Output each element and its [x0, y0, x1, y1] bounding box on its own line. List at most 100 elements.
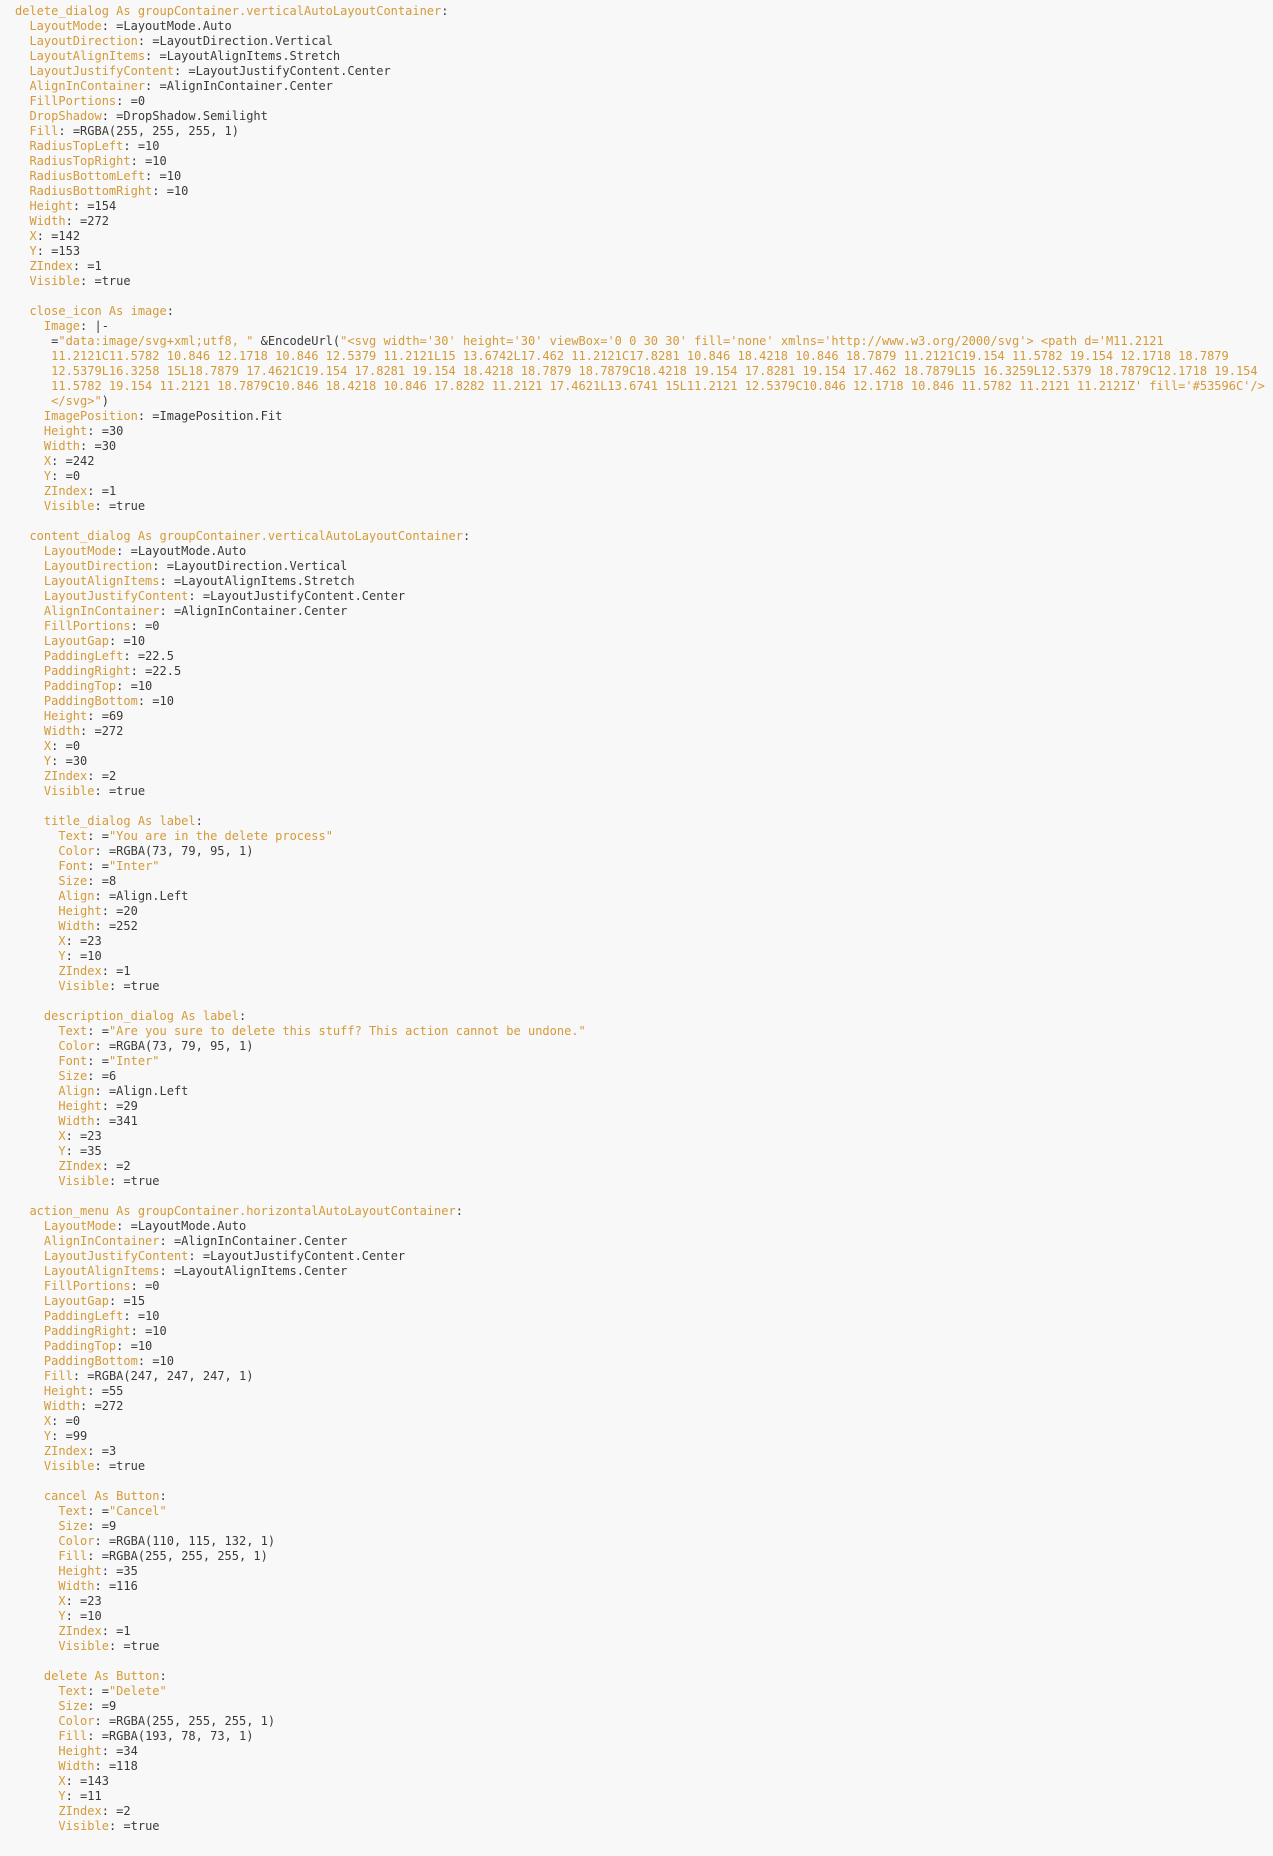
code-line: PaddingLeft: =10: [15, 1309, 1273, 1324]
code-line: Visible: =true: [15, 1459, 1273, 1474]
property-key: Height: [29, 199, 73, 213]
separator: :: [188, 1249, 203, 1263]
property-key: ImagePosition: [43, 409, 138, 423]
separator: :: [80, 439, 95, 453]
string-literal: "Inter": [108, 859, 160, 873]
property-value: =true: [94, 274, 131, 288]
property-value: =10: [130, 1339, 153, 1353]
property-value: =1: [101, 484, 117, 498]
property-value: =1: [116, 964, 131, 978]
property-key: PaddingRight: [43, 664, 131, 678]
separator: :: [94, 1084, 109, 1098]
property-key: Height: [58, 904, 102, 918]
property-key: Visible: [58, 1639, 109, 1653]
separator: :: [137, 409, 153, 423]
property-key: PaddingBottom: [43, 1354, 138, 1368]
string-literal: "data:image/svg+xml;utf8, ": [58, 334, 254, 348]
separator: :: [152, 559, 167, 573]
property-value: =: [101, 1504, 109, 1518]
property-value: =LayoutMode.Auto: [130, 544, 247, 558]
code-line: Y: =10: [15, 949, 1273, 964]
code-line: LayoutGap: =15: [15, 1294, 1273, 1309]
property-key: FillPortions: [29, 94, 117, 108]
separator: :: [123, 1309, 138, 1323]
property-value: =22.5: [137, 649, 174, 663]
property-value: =true: [108, 499, 146, 513]
property-value: =RGBA(255, 255, 255, 1): [72, 124, 239, 138]
property-value: =154: [87, 199, 117, 213]
code-line: Height: =34: [15, 1744, 1273, 1759]
property-key: FillPortions: [43, 619, 131, 633]
property-key: Fill: [43, 1369, 73, 1383]
separator: :: [108, 1819, 124, 1833]
code-line: Text: ="Cancel": [15, 1504, 1273, 1519]
string-literal: 11.5782 19.154 11.2121 18.7879C10.846 18…: [51, 379, 1265, 393]
separator: :: [87, 829, 102, 843]
code-line: X: =0: [15, 1414, 1273, 1429]
separator: :: [462, 529, 471, 543]
property-value: =118: [108, 1759, 138, 1773]
property-key: Color: [58, 1534, 95, 1548]
property-key: delete As Button: [43, 1669, 160, 1683]
code-line: X: =142: [15, 229, 1273, 244]
property-key: Width: [29, 214, 66, 228]
separator: :: [101, 19, 117, 33]
code-line: PaddingTop: =10: [15, 679, 1273, 694]
property-value: =10: [152, 1354, 174, 1368]
property-key: Y: [58, 1789, 66, 1803]
separator: :: [72, 1369, 88, 1383]
property-value: =2: [116, 1804, 131, 1818]
separator: :: [87, 1699, 102, 1713]
code-line: RadiusBottomLeft: =10: [15, 169, 1273, 184]
separator: :: [159, 1234, 174, 1248]
property-value: =20: [116, 904, 138, 918]
separator: :: [87, 859, 102, 873]
property-key: AlignInContainer: [29, 79, 146, 93]
separator: :: [72, 259, 88, 273]
separator: :: [65, 1594, 81, 1608]
property-key: X: [58, 1129, 66, 1143]
code-line: close_icon As image:: [15, 304, 1273, 319]
code-line: Y: =0: [15, 469, 1273, 484]
code-line: Visible: =true: [15, 1174, 1273, 1189]
separator: :: [51, 1414, 66, 1428]
property-key: Text: [58, 829, 88, 843]
code-line: delete_dialog As groupContainer.vertical…: [15, 4, 1273, 19]
property-key: Align: [58, 1084, 95, 1098]
property-key: PaddingRight: [43, 1324, 131, 1338]
separator: :: [94, 1579, 109, 1593]
separator: :: [101, 1804, 117, 1818]
property-value: =LayoutAlignItems.Center: [173, 1264, 348, 1278]
code-line: ZIndex: =3: [15, 1444, 1273, 1459]
separator: :: [94, 1039, 109, 1053]
code-line: Color: =RGBA(110, 115, 132, 1): [15, 1534, 1273, 1549]
code-line: LayoutMode: =LayoutMode.Auto: [15, 1219, 1273, 1234]
separator: :: [87, 424, 102, 438]
property-value: =34: [116, 1744, 138, 1758]
code-line: LayoutDirection: =LayoutDirection.Vertic…: [15, 34, 1273, 49]
separator: :: [65, 1129, 81, 1143]
code-line: Width: =341: [15, 1114, 1273, 1129]
separator: :: [130, 1324, 146, 1338]
property-value: =LayoutMode.Auto: [130, 1219, 247, 1233]
code-line: 11.2121C11.5782 10.846 12.1718 10.846 12…: [15, 349, 1273, 364]
property-value: =true: [108, 784, 146, 798]
separator: :: [87, 874, 102, 888]
property-key: Text: [58, 1684, 88, 1698]
code-line: LayoutJustifyContent: =LayoutJustifyCont…: [15, 64, 1273, 79]
code-line: Y: =35: [15, 1144, 1273, 1159]
property-key: AlignInContainer: [43, 1234, 160, 1248]
property-value: =Align.Left: [108, 1084, 189, 1098]
separator: :: [130, 619, 146, 633]
property-value: =22.5: [145, 664, 182, 678]
separator: :: [108, 979, 124, 993]
property-value: =30: [101, 424, 124, 438]
property-key: Size: [58, 1699, 88, 1713]
separator: :: [65, 1144, 81, 1158]
separator: :: [101, 1564, 117, 1578]
separator: :: [94, 844, 109, 858]
separator: :: [116, 544, 131, 558]
property-value: =true: [123, 1819, 160, 1833]
code-line: Text: ="Delete": [15, 1684, 1273, 1699]
